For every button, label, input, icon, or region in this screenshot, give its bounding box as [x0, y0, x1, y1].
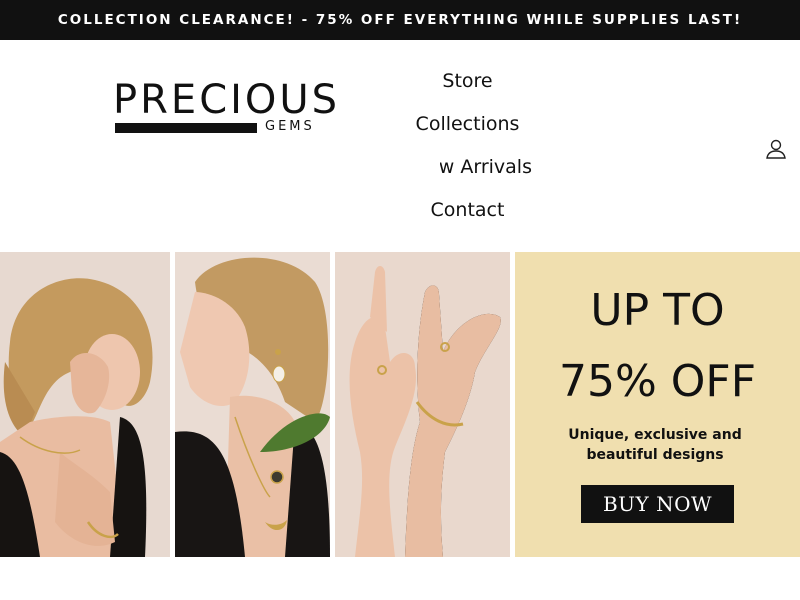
user-icon[interactable] [764, 137, 788, 161]
hero-banner: UP TO 75% OFF Unique, exclusive and beau… [0, 252, 800, 557]
announcement-bar: COLLECTION CLEARANCE! - 75% OFF EVERYTHI… [0, 0, 800, 40]
nav-item-new-arrivals[interactable]: New Arrivals [440, 156, 532, 178]
nav-item-store[interactable]: Store [380, 70, 555, 92]
promo-headline-line1: UP TO [590, 285, 725, 336]
promo-headline-line2: 75% OFF [558, 356, 757, 407]
announcement-text: COLLECTION CLEARANCE! - 75% OFF EVERYTHI… [57, 12, 743, 28]
nav-item-contact[interactable]: Contact [380, 199, 555, 221]
promo-panel: UP TO 75% OFF Unique, exclusive and beau… [515, 252, 800, 557]
model-hair-hand-photo[interactable] [0, 252, 170, 557]
hands-rings-bracelet-photo[interactable] [335, 252, 510, 557]
nav-item-collections[interactable]: Collections [380, 113, 555, 135]
main-nav: Store Collections New Arrivals Contact [380, 40, 555, 252]
logo-wordmark: PRECIOUS [113, 77, 341, 123]
promo-subtitle: Unique, exclusive and beautiful designs [568, 427, 742, 463]
logo-bar [115, 123, 257, 133]
logo-subtitle: GEMS [265, 119, 315, 134]
buy-now-button[interactable]: BUY NOW [581, 485, 734, 523]
nav-item-new-arrivals-label: New Arrivals [440, 156, 532, 178]
site-logo[interactable]: PRECIOUS GEMS [113, 80, 343, 142]
model-earring-necklace-photo[interactable] [175, 252, 330, 557]
